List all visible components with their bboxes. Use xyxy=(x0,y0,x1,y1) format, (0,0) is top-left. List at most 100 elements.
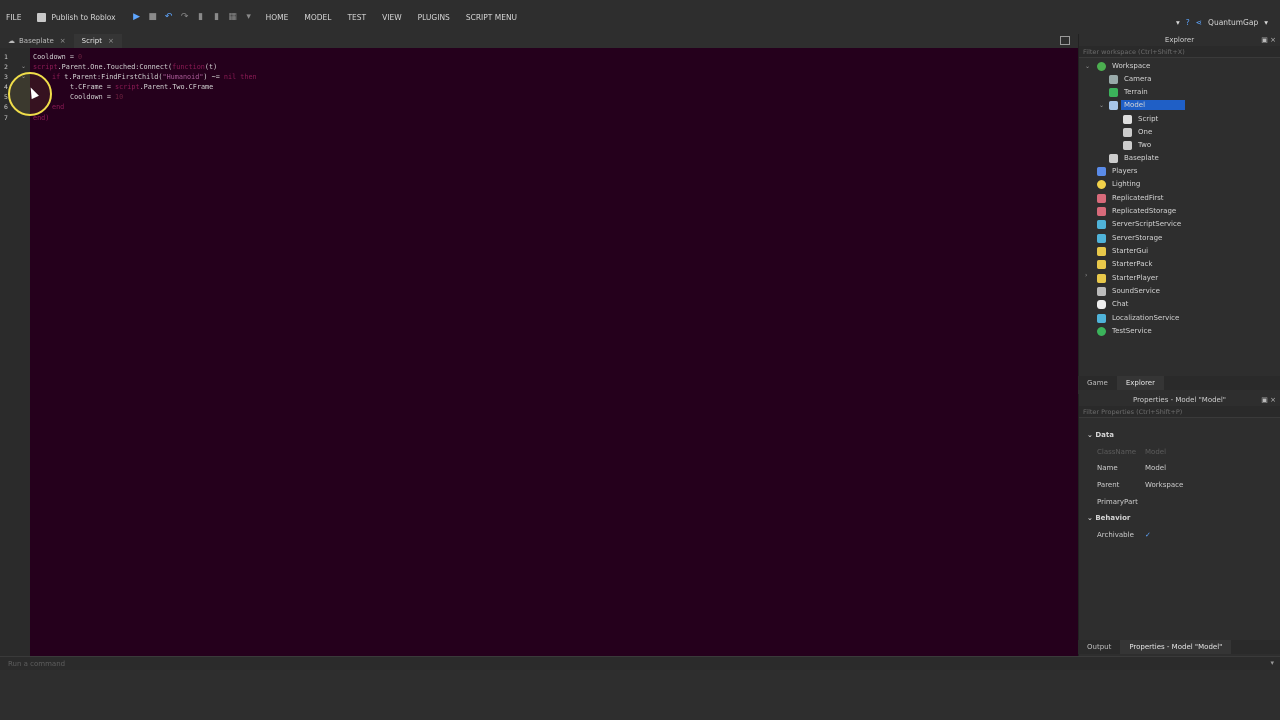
tree-item-terrain[interactable]: Terrain xyxy=(1109,86,1151,98)
terrain-icon xyxy=(1109,87,1118,97)
tree-item-serverscriptservice[interactable]: ServerScriptService xyxy=(1097,218,1184,230)
paste-icon[interactable]: ▮ xyxy=(196,12,206,22)
user-name[interactable]: QuantumGap xyxy=(1208,18,1258,27)
line-number: 1 xyxy=(4,53,8,61)
tree-item-localizationservice[interactable]: LocalizationService xyxy=(1097,312,1182,324)
close-icon[interactable]: × xyxy=(60,37,66,45)
tab-home[interactable]: HOME xyxy=(266,7,289,27)
grid-icon[interactable]: ▦ xyxy=(228,12,238,22)
tree-item-replicatedfirst[interactable]: ReplicatedFirst xyxy=(1097,192,1167,204)
test-service-icon xyxy=(1097,326,1106,336)
tab-test[interactable]: TEST xyxy=(347,7,366,27)
prop-primarypart-label: PrimaryPart xyxy=(1097,498,1138,506)
code-line-6[interactable]: end xyxy=(52,103,64,111)
file-menu[interactable]: FILE xyxy=(6,7,21,27)
tree-item-startergui[interactable]: StarterGui xyxy=(1097,245,1151,257)
publish-button[interactable]: Publish to Roblox xyxy=(37,7,116,27)
prop-parent-value[interactable]: Workspace xyxy=(1145,481,1183,489)
tree-item-starterplayer[interactable]: StarterPlayer xyxy=(1097,272,1161,284)
command-input[interactable] xyxy=(8,659,1268,669)
tree-item-one[interactable]: One xyxy=(1123,126,1155,138)
fold-arrow-icon[interactable]: ⌄ xyxy=(21,63,27,70)
script-editor[interactable]: 1 2 3 4 5 6 7 ⌄ ⌄ Cooldown = 0 script.Pa… xyxy=(0,48,1078,656)
tree-item-baseplate[interactable]: Baseplate xyxy=(1109,152,1162,164)
tree-item-serverstorage[interactable]: ServerStorage xyxy=(1097,232,1165,244)
part-icon xyxy=(1123,127,1132,137)
chevron-right-icon[interactable]: › xyxy=(1085,272,1087,279)
prop-classname-value: Model xyxy=(1145,448,1167,456)
tab-output[interactable]: Output xyxy=(1078,640,1120,654)
tree-item-chat[interactable]: Chat xyxy=(1097,298,1131,310)
prop-name-label: Name xyxy=(1097,464,1118,472)
prop-name-value[interactable]: Model xyxy=(1145,464,1166,472)
tree-item-two[interactable]: Two xyxy=(1123,139,1154,151)
stop-icon[interactable]: ■ xyxy=(148,12,158,22)
help-icon[interactable]: ? xyxy=(1186,18,1190,27)
menu-bar: FILE Publish to Roblox ▶ ■ ↶ ↷ ▮ ▮ ▦ ▾ H… xyxy=(0,0,1280,34)
code-line-1[interactable]: Cooldown = 0 xyxy=(33,53,82,61)
close-icon[interactable]: × xyxy=(1270,396,1276,404)
tree-item-script[interactable]: Script xyxy=(1123,113,1161,125)
dock-icon[interactable]: ▣ xyxy=(1261,36,1268,44)
code-line-5[interactable]: Cooldown = 10 xyxy=(70,93,123,101)
properties-filter-input[interactable]: Filter Properties (Ctrl+Shift+P) xyxy=(1079,406,1280,418)
code-line-2[interactable]: script.Parent.One.Touched:Connect(functi… xyxy=(33,63,217,71)
copy-icon[interactable]: ▮ xyxy=(212,12,222,22)
chevron-down-icon[interactable]: ▾ xyxy=(1176,18,1180,27)
line-number: 6 xyxy=(4,103,8,111)
chevron-down-icon[interactable]: ▾ xyxy=(244,12,254,22)
model-icon xyxy=(1109,100,1118,110)
workspace-icon xyxy=(1097,61,1106,71)
camera-icon xyxy=(1109,74,1118,84)
tab-view[interactable]: VIEW xyxy=(382,7,402,27)
editor-tab-bar: ☁ Baseplate × Script × xyxy=(0,34,1078,48)
tree-item-players[interactable]: Players xyxy=(1097,165,1140,177)
archivable-checkbox[interactable]: ✓ xyxy=(1145,531,1151,539)
tab-plugins[interactable]: PLUGINS xyxy=(418,7,450,27)
server-script-service-icon xyxy=(1097,219,1106,229)
section-data[interactable]: ⌄ Data xyxy=(1087,431,1114,439)
tree-item-testservice[interactable]: TestService xyxy=(1097,325,1155,337)
tree-item-lighting[interactable]: Lighting xyxy=(1097,178,1143,190)
section-behavior[interactable]: ⌄ Behavior xyxy=(1087,514,1130,522)
share-icon[interactable]: ⋖ xyxy=(1196,18,1202,27)
tab-model[interactable]: MODEL xyxy=(304,7,331,27)
localization-service-icon xyxy=(1097,313,1106,323)
chevron-down-icon[interactable]: ▾ xyxy=(1270,659,1274,667)
explorer-panel: Explorer ▣ × Filter workspace (Ctrl+Shif… xyxy=(1078,34,1280,390)
tree-item-starterpack[interactable]: StarterPack xyxy=(1097,258,1155,270)
part-icon xyxy=(1109,153,1118,163)
tree-item-camera[interactable]: Camera xyxy=(1109,73,1154,85)
chevron-down-icon[interactable]: ▾ xyxy=(1264,18,1268,27)
dock-icon[interactable]: ▣ xyxy=(1261,396,1268,404)
replicated-first-icon xyxy=(1097,193,1106,203)
script-icon xyxy=(1123,114,1132,124)
chevron-down-icon[interactable]: ⌄ xyxy=(1085,63,1090,70)
starter-pack-icon xyxy=(1097,259,1106,269)
redo-icon[interactable]: ↷ xyxy=(180,12,190,22)
tree-item-model[interactable]: Model xyxy=(1109,99,1186,111)
play-icon[interactable]: ▶ xyxy=(132,12,142,22)
properties-panel: Properties - Model "Model" ▣ × Filter Pr… xyxy=(1078,394,1280,656)
undo-icon[interactable]: ↶ xyxy=(164,12,174,22)
roblox-save-icon xyxy=(37,12,47,22)
maximize-icon[interactable] xyxy=(1060,36,1070,45)
tab-baseplate[interactable]: ☁ Baseplate × xyxy=(0,34,74,48)
line-number: 7 xyxy=(4,114,8,122)
tab-script-menu[interactable]: SCRIPT MENU xyxy=(466,7,517,27)
tab-explorer[interactable]: Explorer xyxy=(1116,376,1164,390)
close-icon[interactable]: × xyxy=(108,37,114,45)
close-icon[interactable]: × xyxy=(1270,36,1276,44)
properties-title: Properties - Model "Model" ▣ × xyxy=(1132,396,1276,404)
starter-player-icon xyxy=(1097,273,1106,283)
code-line-4[interactable]: t.CFrame = script.Parent.Two.CFrame xyxy=(70,83,213,91)
tab-game[interactable]: Game xyxy=(1078,376,1117,390)
chevron-down-icon[interactable]: ⌄ xyxy=(1099,102,1104,109)
tab-properties[interactable]: Properties - Model "Model" xyxy=(1120,640,1232,654)
tree-item-soundservice[interactable]: SoundService xyxy=(1097,285,1163,297)
tab-script[interactable]: Script × xyxy=(73,34,122,48)
explorer-filter-input[interactable]: Filter workspace (Ctrl+Shift+X) xyxy=(1079,46,1280,58)
code-line-3[interactable]: if t.Parent:FindFirstChild("Humanoid") ~… xyxy=(52,73,257,81)
tree-item-workspace[interactable]: Workspace xyxy=(1097,60,1153,72)
tree-item-replicatedstorage[interactable]: ReplicatedStorage xyxy=(1097,205,1179,217)
